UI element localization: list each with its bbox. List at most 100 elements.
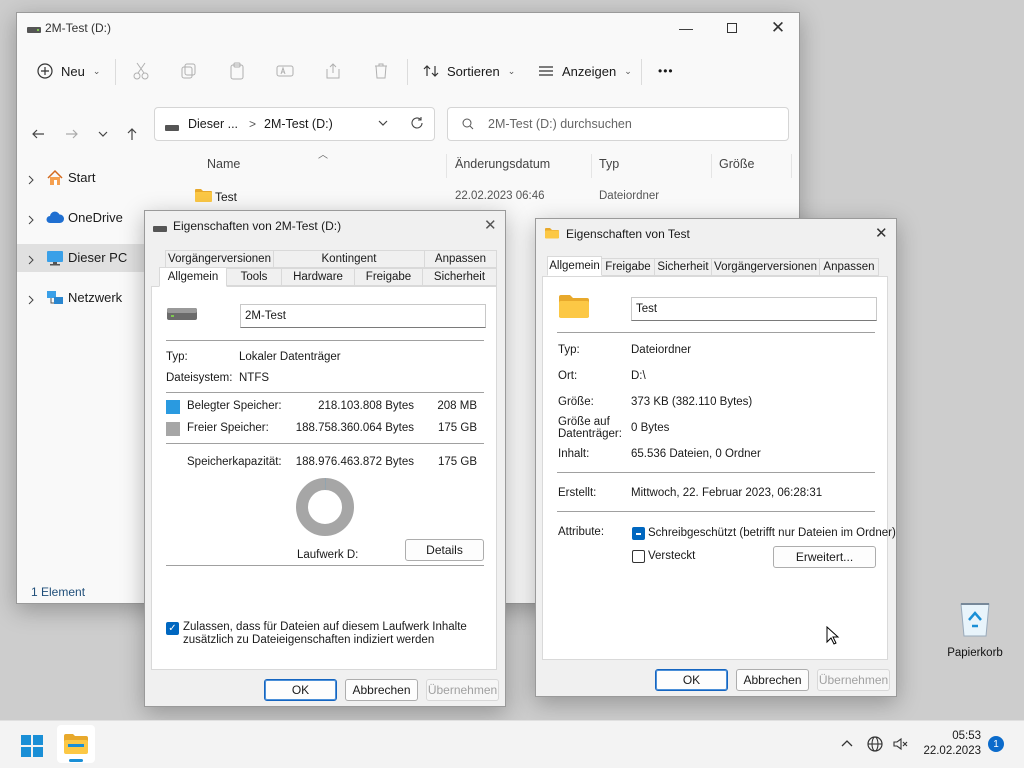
explorer-titlebar[interactable]: 2M-Test (D:) — ✕ bbox=[17, 13, 799, 43]
sidebar-label: Dieser PC bbox=[68, 250, 128, 265]
view-button[interactable]: Anzeigen ⌄ bbox=[538, 57, 632, 85]
new-button[interactable]: Neu ⌄ bbox=[37, 57, 100, 85]
attributes-label: Attribute: bbox=[558, 526, 605, 538]
sidebar-label: Netzwerk bbox=[68, 290, 123, 305]
filesystem-label: Dateisystem: bbox=[166, 372, 233, 384]
location-label: Ort: bbox=[558, 370, 578, 382]
back-arrow-icon[interactable] bbox=[27, 123, 49, 145]
notification-badge[interactable]: 1 bbox=[988, 736, 1004, 752]
table-row[interactable]: Test 22.02.2023 06:46 Dateiordner bbox=[189, 185, 789, 209]
index-checkbox[interactable]: ✓ bbox=[166, 622, 179, 635]
column-divider[interactable] bbox=[711, 154, 712, 178]
expand-chevron-icon[interactable] bbox=[27, 253, 35, 268]
sort-button[interactable]: Sortieren ⌄ bbox=[423, 57, 515, 85]
ok-button[interactable]: OK bbox=[264, 679, 337, 701]
folder-name-input[interactable]: Test bbox=[631, 297, 877, 321]
tab-customize[interactable]: Anpassen bbox=[424, 250, 497, 268]
free-space-bytes: 188.758.360.064 Bytes bbox=[295, 422, 414, 434]
tab-security[interactable]: Sicherheit bbox=[422, 268, 497, 286]
column-header-size[interactable]: Größe bbox=[719, 157, 754, 171]
drive-icon bbox=[27, 22, 41, 36]
recycle-bin-desktop-icon[interactable]: Papierkorb bbox=[940, 598, 1010, 664]
search-box[interactable]: 2M-Test (D:) durchsuchen bbox=[447, 107, 789, 141]
column-divider[interactable] bbox=[591, 154, 592, 178]
address-dropdown-icon[interactable] bbox=[378, 117, 388, 131]
created-value: Mittwoch, 22. Februar 2023, 06:28:31 bbox=[631, 487, 823, 499]
rename-icon[interactable] bbox=[275, 61, 295, 81]
sidebar-item-start[interactable]: Start bbox=[17, 164, 187, 192]
hidden-checkbox[interactable] bbox=[632, 550, 645, 563]
forward-arrow-icon[interactable] bbox=[61, 123, 83, 145]
paste-icon[interactable] bbox=[227, 61, 247, 81]
file-explorer-taskbar-button[interactable] bbox=[57, 725, 95, 763]
sort-arrow-icon: ︿ bbox=[318, 150, 328, 161]
speaker-muted-icon[interactable] bbox=[892, 736, 908, 755]
apply-button[interactable]: Übernehmen bbox=[426, 679, 499, 701]
column-header-name[interactable]: Name bbox=[207, 157, 240, 171]
delete-icon[interactable] bbox=[371, 61, 391, 81]
column-header-type[interactable]: Typ bbox=[599, 157, 619, 171]
advanced-button[interactable]: Erweitert... bbox=[773, 546, 876, 568]
dialog-titlebar[interactable]: Eigenschaften von 2M-Test (D:) ✕ bbox=[145, 211, 505, 241]
show-hidden-icons-chevron-icon[interactable] bbox=[840, 736, 854, 753]
folder-icon bbox=[559, 294, 589, 321]
index-text-line1: Zulassen, dass für Dateien auf diesem La… bbox=[183, 621, 467, 633]
tab-tools[interactable]: Tools bbox=[226, 268, 282, 286]
clock-time[interactable]: 05:53 bbox=[949, 730, 981, 742]
folder-icon bbox=[64, 734, 88, 757]
clock-date[interactable]: 22.02.2023 bbox=[916, 745, 981, 757]
more-options-button[interactable]: ••• bbox=[658, 57, 674, 85]
breadcrumb-this-pc[interactable]: Dieser ... bbox=[188, 117, 238, 131]
type-label: Typ: bbox=[558, 344, 580, 356]
column-divider[interactable] bbox=[791, 154, 792, 178]
readonly-checkbox[interactable] bbox=[632, 527, 645, 540]
expand-chevron-icon[interactable] bbox=[27, 293, 35, 308]
size-value: 373 KB (382.110 Bytes) bbox=[631, 396, 753, 408]
size-on-disk-value: 0 Bytes bbox=[631, 422, 670, 434]
windows-start-icon[interactable] bbox=[21, 735, 43, 760]
minimize-button[interactable]: — bbox=[663, 13, 709, 43]
tab-sharing[interactable]: Freigabe bbox=[354, 268, 423, 286]
cut-icon[interactable] bbox=[131, 61, 151, 81]
close-button[interactable]: ✕ bbox=[875, 224, 888, 242]
tab-hardware[interactable]: Hardware bbox=[281, 268, 355, 286]
breadcrumb-drive[interactable]: 2M-Test (D:) bbox=[264, 117, 333, 131]
maximize-button[interactable] bbox=[709, 13, 755, 43]
expand-chevron-icon[interactable] bbox=[27, 213, 35, 228]
copy-icon[interactable] bbox=[179, 61, 199, 81]
column-header-date[interactable]: Änderungsdatum bbox=[455, 157, 550, 171]
recent-chevron-icon[interactable] bbox=[92, 123, 114, 145]
tab-previous-versions[interactable]: Vorgängerversionen bbox=[165, 250, 274, 268]
tab-customize[interactable]: Anpassen bbox=[819, 258, 879, 276]
tab-sharing[interactable]: Freigabe bbox=[601, 258, 655, 276]
address-bar[interactable]: Dieser ... > 2M-Test (D:) bbox=[154, 107, 435, 141]
dialog-titlebar[interactable]: Eigenschaften von Test ✕ bbox=[536, 219, 896, 249]
readonly-label: Schreibgeschützt (betrifft nur Dateien i… bbox=[648, 527, 896, 539]
cancel-button[interactable]: Abbrechen bbox=[736, 669, 809, 691]
up-arrow-icon[interactable] bbox=[121, 123, 143, 145]
divider bbox=[166, 392, 484, 393]
close-button[interactable]: ✕ bbox=[755, 13, 801, 43]
drive-name-input[interactable]: 2M-Test bbox=[240, 304, 486, 328]
content-value: 65.536 Dateien, 0 Ordner bbox=[631, 448, 761, 460]
close-button[interactable]: ✕ bbox=[484, 216, 497, 234]
network-icon bbox=[46, 289, 64, 310]
tab-quota[interactable]: Kontingent bbox=[273, 250, 425, 268]
tab-general[interactable]: Allgemein bbox=[159, 267, 227, 287]
divider bbox=[166, 443, 484, 444]
cancel-button[interactable]: Abbrechen bbox=[345, 679, 418, 701]
tab-security[interactable]: Sicherheit bbox=[654, 258, 712, 276]
tab-previous-versions[interactable]: Vorgängerversionen bbox=[711, 258, 820, 276]
expand-chevron-icon[interactable] bbox=[27, 173, 35, 188]
general-tab-panel: Test Typ: Dateiordner Ort: D:\ Größe: 37… bbox=[542, 276, 896, 660]
refresh-icon[interactable] bbox=[410, 116, 424, 133]
share-icon[interactable] bbox=[323, 61, 343, 81]
network-globe-icon[interactable] bbox=[866, 735, 884, 756]
ok-button[interactable]: OK bbox=[655, 669, 728, 691]
size-label: Größe: bbox=[558, 396, 594, 408]
apply-button[interactable]: Übernehmen bbox=[817, 669, 890, 691]
column-divider[interactable] bbox=[446, 154, 447, 178]
divider bbox=[557, 332, 875, 333]
tab-general[interactable]: Allgemein bbox=[547, 256, 602, 276]
details-button[interactable]: Details bbox=[405, 539, 484, 561]
